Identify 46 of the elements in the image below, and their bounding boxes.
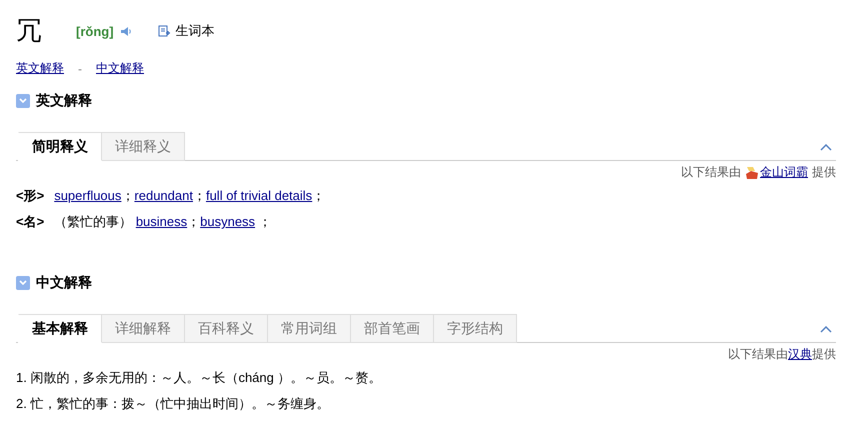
collapse-toggle[interactable] <box>16 276 30 290</box>
notepad-icon <box>158 25 170 37</box>
translation-link[interactable]: busyness <box>200 214 256 229</box>
wordbook-button[interactable]: 生词本 <box>158 22 215 40</box>
tab[interactable]: 详细解释 <box>102 314 185 343</box>
translation-link[interactable]: redundant <box>134 188 193 203</box>
credit-text: 提供 <box>812 164 836 181</box>
credit-text: 以下结果由 <box>728 346 788 363</box>
punctuation: ； <box>312 188 326 203</box>
definition-text: 1. 闲散的，多余无用的：～人。～长（cháng ）。～员。～赘。 <box>16 369 382 387</box>
punctuation: ； <box>121 188 134 203</box>
part-of-speech: <形> <box>16 188 44 203</box>
section-link[interactable]: 中文解释 <box>96 60 144 77</box>
punctuation: ； <box>187 214 200 229</box>
tab[interactable]: 部首笔画 <box>351 314 434 343</box>
headword: 冗 <box>16 16 42 46</box>
tab[interactable]: 常用词组 <box>268 314 351 343</box>
speaker-icon[interactable] <box>120 26 132 36</box>
translation-link[interactable]: business <box>136 214 188 229</box>
translation-link[interactable]: superfluous <box>54 188 122 203</box>
collapse-toggle[interactable] <box>16 94 30 108</box>
section-title: 中文解释 <box>36 274 92 292</box>
tab[interactable]: 详细释义 <box>102 132 185 161</box>
section-title: 英文解释 <box>36 92 92 110</box>
chevron-down-icon <box>19 98 27 104</box>
definition-text: 2. 忙，繁忙的事：拨～（忙中抽出时间）。～务缠身。 <box>16 395 330 413</box>
punctuation: ； <box>258 214 272 229</box>
collapse-caret-icon[interactable] <box>820 144 832 151</box>
credit-text: 提供 <box>812 346 836 363</box>
source-link[interactable]: 金山词霸 <box>760 164 808 181</box>
chevron-down-icon <box>19 280 27 286</box>
book-logo-icon <box>745 166 759 180</box>
tab[interactable]: 百科释义 <box>185 314 268 343</box>
source-link[interactable]: 汉典 <box>788 346 812 363</box>
separator: - <box>78 62 82 76</box>
credit-text: 以下结果由 <box>681 164 741 181</box>
punctuation: ； <box>192 188 206 203</box>
tab[interactable]: 基本解释 <box>18 314 102 343</box>
punctuation: （繁忙的事） <box>54 214 134 229</box>
pinyin: [rǒng] <box>76 24 114 38</box>
section-link[interactable]: 英文解释 <box>16 60 64 77</box>
translation-link[interactable]: full of trivial details <box>206 188 312 203</box>
tab[interactable]: 字形结构 <box>434 314 517 343</box>
part-of-speech: <名> <box>16 214 44 229</box>
collapse-caret-icon[interactable] <box>820 326 832 333</box>
tab[interactable]: 简明释义 <box>18 132 102 161</box>
